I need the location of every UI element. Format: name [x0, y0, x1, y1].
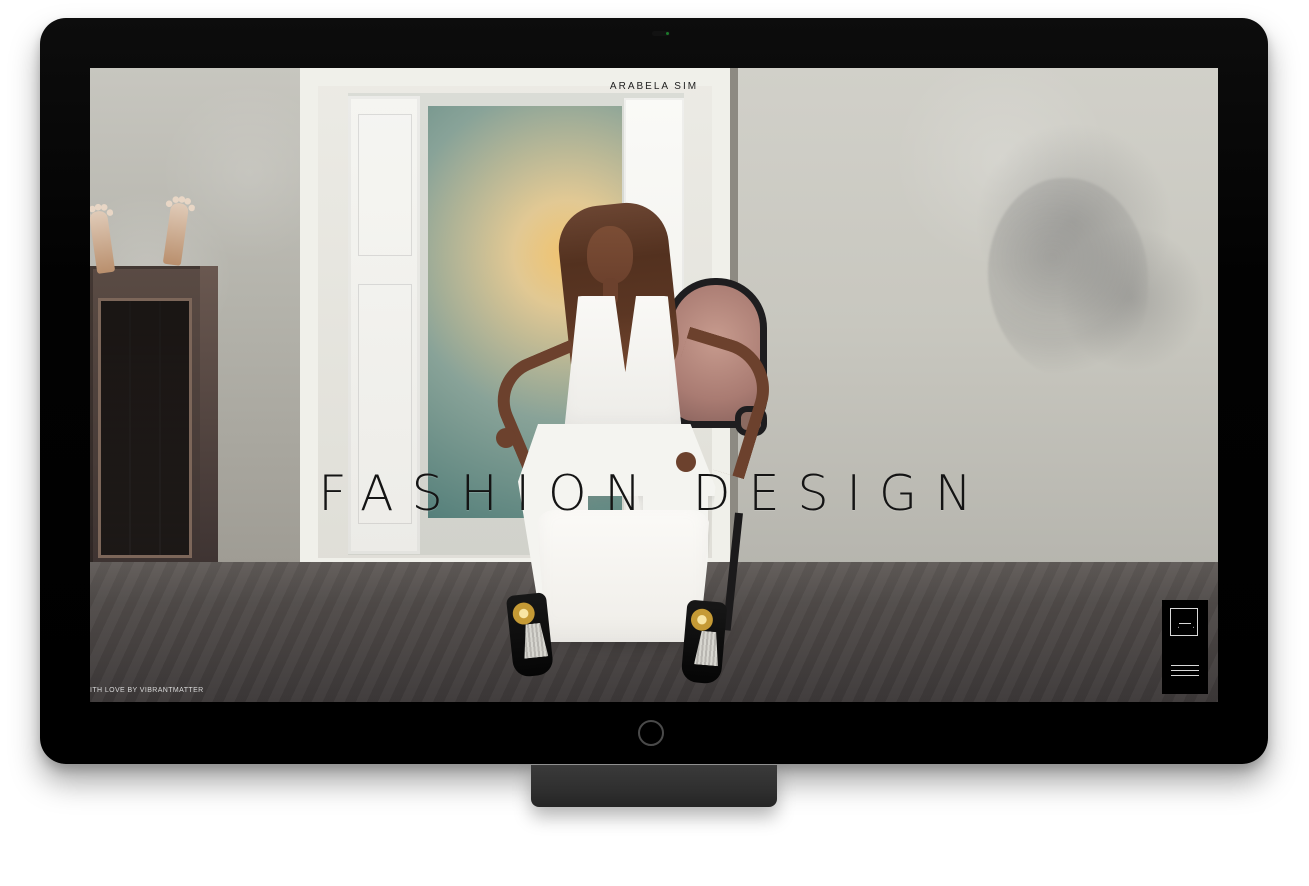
desktop-mockup: ARABELA SIM FASHION DESIGN ITH LOVE BY V… [0, 0, 1309, 886]
wooden-cabinet [90, 266, 218, 586]
side-navigation-panel [1162, 600, 1208, 694]
monitor-stand [531, 765, 777, 807]
website-screen: ARABELA SIM FASHION DESIGN ITH LOVE BY V… [90, 68, 1218, 702]
monitor-power-button-icon [638, 720, 664, 746]
menu-line-top [1171, 665, 1199, 666]
model-fabric-panel [536, 510, 710, 642]
triangle-symbol [1177, 614, 1193, 629]
menu-line-middle [1171, 670, 1199, 671]
monitor-frame: ARABELA SIM FASHION DESIGN ITH LOVE BY V… [40, 18, 1268, 764]
camera-icon [652, 31, 670, 36]
hero-title: FASHION DESIGN [318, 465, 990, 522]
model-head [587, 226, 633, 284]
menu-line-bottom [1171, 675, 1199, 676]
left-ornamental-boot [505, 592, 555, 678]
site-brand[interactable]: ARABELA SIM [90, 81, 1218, 92]
footer-credit[interactable]: ITH LOVE BY VIBRANTMATTER [90, 687, 204, 694]
model-hand-left [496, 428, 516, 448]
triangle-logo-icon[interactable] [1170, 608, 1198, 636]
hero-photo [90, 68, 1218, 702]
right-ornamental-boot [680, 599, 728, 685]
hamburger-menu-icon[interactable] [1171, 663, 1199, 679]
